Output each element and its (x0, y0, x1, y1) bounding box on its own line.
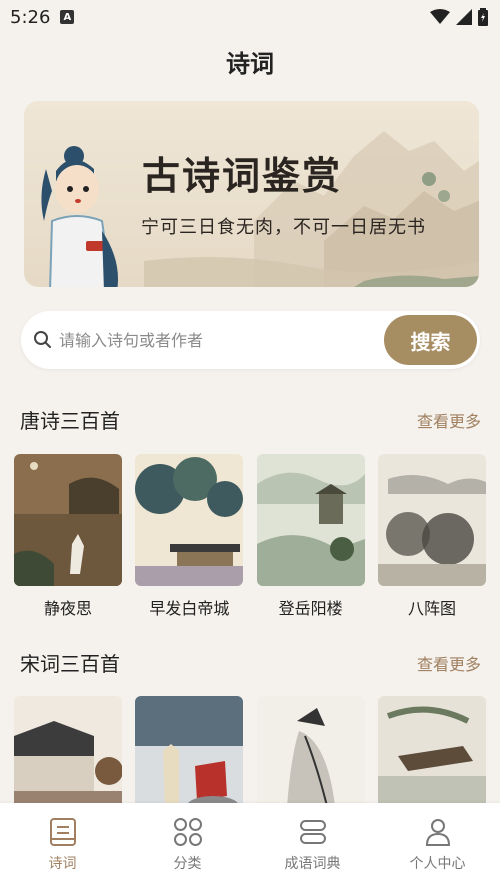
search-button[interactable]: 搜索 (384, 315, 477, 365)
wifi-icon (430, 9, 450, 24)
search-input[interactable] (59, 325, 379, 355)
tab-poetry[interactable]: 诗词 (3, 817, 123, 873)
card-row-tang: 静夜思 早发白帝城 登岳阳楼 八阵图 (14, 454, 486, 619)
banner-title: 古诗词鉴赏 (142, 153, 343, 198)
poem-thumbnail (256, 454, 365, 586)
page-title: 诗词 (226, 49, 274, 78)
tab-category[interactable]: 分类 (128, 817, 248, 873)
tab-profile[interactable]: 个人中心 (378, 817, 498, 873)
poem-title: 八阵图 (407, 599, 456, 618)
bottom-tab-bar: 诗词 分类 成语词典 个人中心 (0, 803, 500, 888)
status-time: 5:26 (10, 6, 51, 28)
battery-icon (478, 8, 488, 26)
tab-label: 诗词 (48, 856, 77, 872)
status-bar: 5:26 A (0, 0, 500, 34)
scholar-figure (41, 146, 118, 287)
search-bar: 搜索 (21, 311, 480, 369)
poem-card[interactable]: 登岳阳楼 (256, 454, 365, 619)
cellular-icon (456, 9, 472, 25)
dictionary-icon (299, 820, 326, 844)
section-title: 宋词三百首 (20, 652, 120, 676)
poem-title: 登岳阳楼 (278, 599, 343, 618)
poem-title: 早发白帝城 (149, 599, 230, 618)
person-icon (425, 819, 450, 846)
poem-thumbnail (135, 454, 244, 586)
poem-title: 静夜思 (43, 599, 92, 618)
poem-card[interactable]: 八阵图 (377, 454, 486, 619)
search-icon (34, 331, 51, 348)
view-more-link[interactable]: 查看更多 (417, 408, 481, 432)
section-header-song: 宋词三百首 查看更多 (20, 648, 481, 677)
view-more-link[interactable]: 查看更多 (417, 651, 481, 675)
banner-subtitle: 宁可三日食无肉，不可一日居无书 (141, 217, 426, 238)
poem-thumbnail (14, 454, 122, 586)
tab-idiom-dictionary[interactable]: 成语词典 (253, 817, 373, 873)
tab-label: 分类 (173, 856, 202, 872)
section-header-tang: 唐诗三百首 查看更多 (20, 405, 481, 434)
tab-label: 个人中心 (409, 856, 466, 872)
poem-card[interactable]: 静夜思 (14, 454, 122, 619)
banner[interactable]: 古诗词鉴赏 宁可三日食无肉，不可一日居无书 (24, 101, 479, 287)
poem-thumbnail (377, 454, 486, 586)
section-title: 唐诗三百首 (20, 409, 120, 433)
tab-label: 成语词典 (284, 856, 341, 872)
book-icon (49, 818, 76, 846)
notification-icon: A (60, 10, 75, 24)
grid-icon (173, 818, 202, 846)
poem-card[interactable]: 早发白帝城 (135, 454, 244, 619)
